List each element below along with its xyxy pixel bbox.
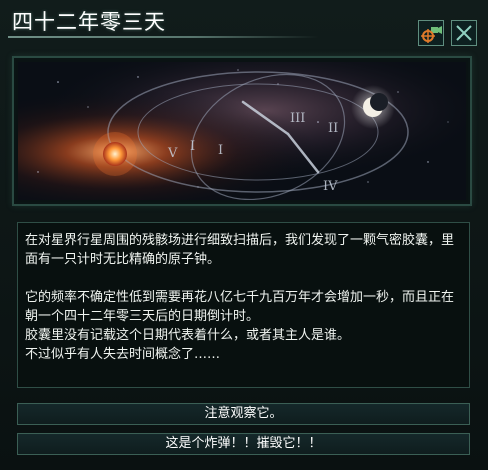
camera-button[interactable] [418,20,444,46]
close-x-icon [456,25,472,41]
message-paragraph: 在对星界行星周围的残骸场进行细致扫描后，我们发现了一颗气密胶囊，里面有一只计时无… [25,233,455,267]
choice-destroy-button[interactable]: 这是个炸弹！！摧毁它！！ [17,433,470,455]
clock-numeral: V [167,146,178,161]
message-paragraph: 胶囊里没有记载这个日期代表着什么，或者其主人是谁。 [25,328,351,343]
message-paragraph: 它的频率不确定性低到需要再花八亿七千九百万年才会增加一秒，而且正在朝一个四十二年… [25,290,455,324]
clock-numeral: I [218,143,223,158]
camera-target-icon [421,26,442,43]
event-banner-image: V I I III II IV [18,62,466,200]
crescent-moon-icon [351,85,395,129]
clock-numeral: I [190,139,195,154]
clock-numeral: II [328,121,338,136]
title-underline [8,36,318,38]
event-description: 在对星界行星周围的残骸场进行细致扫描后，我们发现了一颗气密胶囊，里面有一只计时无… [25,231,465,364]
clock-numeral: III [290,111,305,126]
sun-icon [93,132,137,176]
clock-numeral: IV [323,179,338,194]
close-button[interactable] [451,20,477,46]
event-title: 四十二年零三天 [12,10,166,34]
choice-observe-button[interactable]: 注意观察它。 [17,403,470,425]
message-paragraph: 不过似乎有人失去时间概念了…… [25,347,221,362]
event-window: 四十二年零三天 V I I III II IV 在对星界行星周围的残骸场进行细致… [0,0,488,470]
